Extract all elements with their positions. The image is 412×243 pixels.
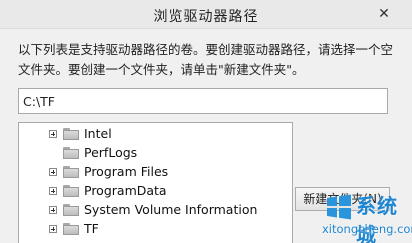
instructions-text: 以下列表是支持驱动器路径的卷。要创建驱动器路径，请选择一个空文件夹。要创建一个文… (18, 42, 394, 77)
folder-icon (63, 223, 79, 235)
folder-icon (63, 204, 79, 216)
expand-icon[interactable] (49, 130, 57, 138)
expand-icon[interactable] (49, 206, 57, 214)
tree-item-perflogs[interactable]: PerfLogs (19, 144, 292, 163)
tree-item-label: System Volume Information (84, 202, 258, 217)
tree-item-label: Intel (84, 126, 112, 141)
title-bar[interactable]: 浏览驱动器路径 ✕ (0, 0, 412, 29)
tree-item-label: Program Files (84, 164, 169, 179)
expand-icon[interactable] (49, 225, 57, 233)
new-folder-button[interactable]: 新建文件夹(N) (295, 187, 390, 211)
folder-icon (63, 147, 79, 159)
folder-icon (63, 166, 79, 178)
tree-item-programdata[interactable]: ProgramData (19, 182, 292, 201)
tree-item-label: PerfLogs (84, 145, 138, 160)
tree-item-label: ProgramData (84, 183, 167, 198)
tree-item-label: TF (84, 221, 99, 236)
expand-icon[interactable] (49, 168, 57, 176)
folder-icon (63, 128, 79, 140)
tree-item-intel[interactable]: Intel (19, 125, 292, 144)
watermark-url: xitongcheng.com (322, 222, 412, 236)
expand-icon[interactable] (49, 187, 57, 195)
browse-drive-path-dialog: 浏览驱动器路径 ✕ 以下列表是支持驱动器路径的卷。要创建驱动器路径，请选择一个空… (0, 0, 412, 243)
close-button[interactable]: ✕ (362, 3, 406, 25)
path-field[interactable] (18, 88, 388, 114)
folder-icon (63, 185, 79, 197)
folder-tree[interactable]: Intel PerfLogs Program Files ProgramData… (18, 122, 293, 243)
tree-item-program-files[interactable]: Program Files (19, 163, 292, 182)
tree-item-tf[interactable]: TF (19, 220, 292, 239)
tree-item-system-volume-information[interactable]: System Volume Information (19, 201, 292, 220)
dialog-title: 浏览驱动器路径 (153, 9, 259, 25)
